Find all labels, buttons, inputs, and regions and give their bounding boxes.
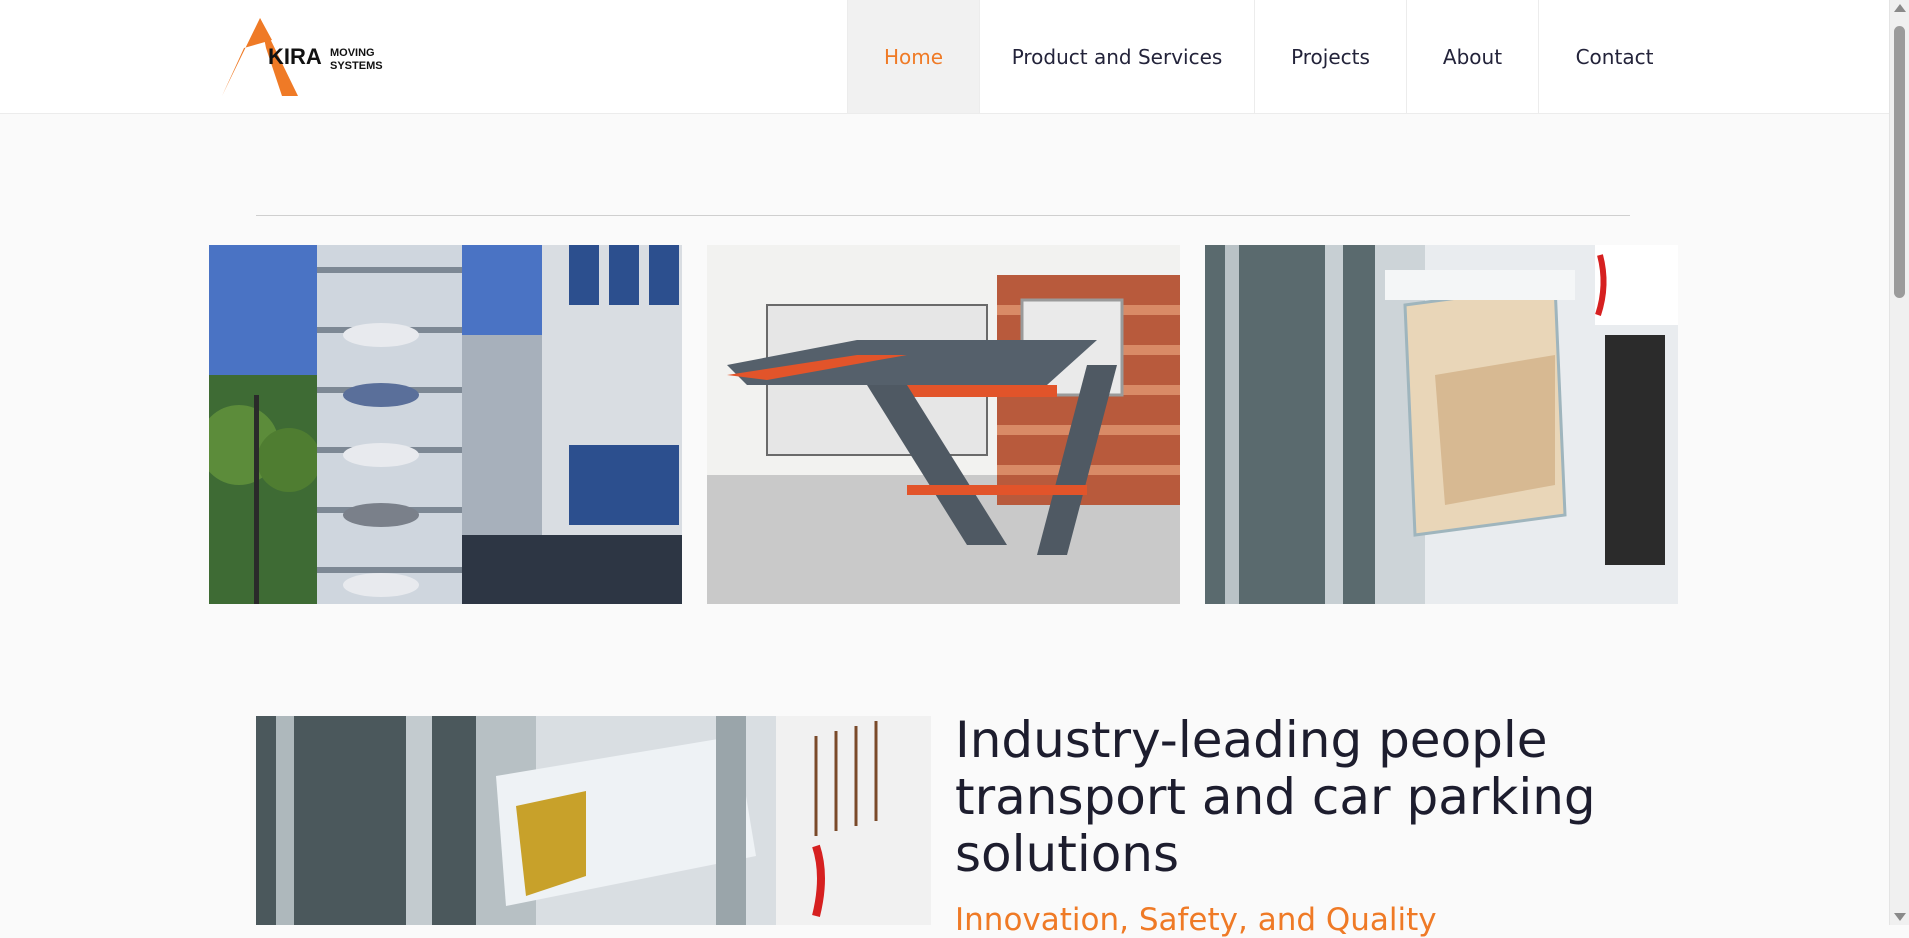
nav-projects[interactable]: Projects (1254, 0, 1406, 113)
site-header: KIRA MOVING SYSTEMS Home Product and Ser… (0, 0, 1890, 114)
vertical-scrollbar[interactable] (1889, 0, 1909, 925)
kira-logo[interactable]: KIRA MOVING SYSTEMS (222, 18, 397, 98)
scroll-down-icon[interactable] (1894, 913, 1906, 921)
hero-tagline: Innovation, Safety, and Quality (955, 902, 1437, 938)
car-lift-platform-photo (707, 245, 1180, 604)
hero-headline: Industry-leading people transport and ca… (955, 711, 1596, 883)
nav-contact[interactable]: Contact (1538, 0, 1690, 113)
logo-sub-2: SYSTEMS (330, 60, 383, 72)
nav-home[interactable]: Home (847, 0, 979, 113)
nav-product-services[interactable]: Product and Services (979, 0, 1254, 113)
scroll-up-icon[interactable] (1894, 4, 1906, 12)
logo-word: KIRA (268, 44, 322, 69)
scroll-thumb[interactable] (1894, 26, 1905, 298)
main-nav: Home Product and Services Projects About… (847, 0, 1690, 113)
nav-about[interactable]: About (1406, 0, 1538, 113)
section-divider (256, 215, 1630, 216)
glass-elevator-photo (1205, 245, 1678, 604)
logo-sub-1: MOVING (330, 47, 375, 59)
car-parking-tower-photo (209, 245, 682, 604)
elevator-shaft-photo (256, 716, 931, 925)
